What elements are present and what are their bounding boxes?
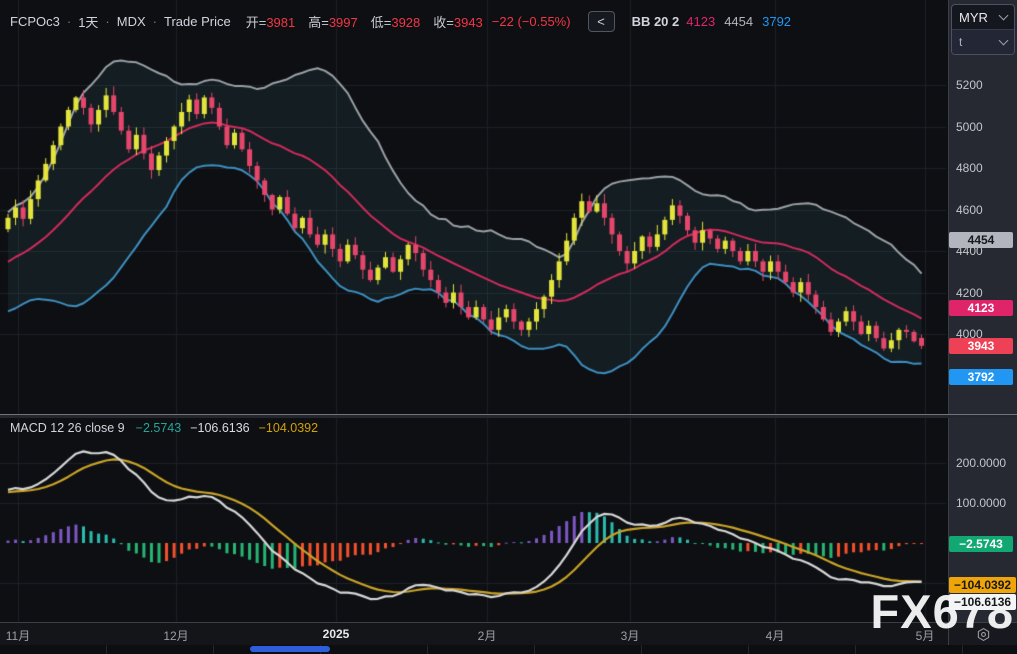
time-tick-label: 11月 [6,627,30,644]
macd-legend-row: MACD 12 26 close 9 −2.5743 −106.6136 −104.… [10,421,318,435]
pane-separator[interactable] [0,414,1017,418]
macd-value: −106.6136 [190,421,249,435]
bb-value: 4454 [724,14,753,29]
price-tick-label: 5000 [956,120,983,134]
collapse-legend-button[interactable]: < [588,11,615,32]
macd-tick-label: 100.0000 [956,496,1006,510]
symbol-legend-row: FCPOc3 · 1天 · MDX · Trade Price 开=3981 高=… [10,11,791,32]
ohlc-field: 低=3928 [371,12,421,31]
bb-indicator-title: BB 20 2 [632,14,680,29]
exchange-label: MDX [117,14,146,29]
time-axis[interactable]: 11月12月20252月3月4月5月 [0,622,1017,646]
price-axis[interactable]: MYR t 5200 5000 4800 4600 4400 4200 4000 200.00… [948,0,1017,645]
timeline-scrollbar-thumb[interactable] [250,646,330,652]
symbol-title: FCPOc3 [10,14,60,29]
chevron-down-icon [999,11,1009,21]
fx678-watermark: FX678 [871,584,1014,639]
bb-value: 3792 [762,14,791,29]
bb-value: 4123 [686,14,715,29]
ohlc-field: 开=3981 [246,12,296,31]
unit-value: t [959,35,962,49]
time-tick-label: 3月 [621,627,640,644]
bb-indicator-values: 4123 4454 3792 [686,14,791,29]
time-tick-label: 4月 [766,627,785,644]
currency-dropdown[interactable]: MYR [952,5,1014,29]
axis-unit-selector: MYR t [951,4,1015,55]
price-tick-label: 5200 [956,78,983,92]
time-tick-label: 2月 [478,627,497,644]
chart-canvas[interactable] [0,0,1017,654]
price-tick-label: 4000 [956,327,983,341]
timeline-scrollbar[interactable] [0,645,1017,654]
time-tick-label: 2025 [323,627,350,641]
legend-separator: · [67,14,71,29]
price-tick-label: 4800 [956,161,983,175]
price-source-label: Trade Price [164,14,231,29]
ohlc-field: 高=3997 [308,12,358,31]
interval-label: 1天 [78,12,98,31]
ohlc-values: 开=3981 高=3997 低=3928 收=3943 [242,12,483,31]
currency-value: MYR [959,10,988,25]
price-tick-label: 4200 [956,286,983,300]
time-tick-label: 12月 [163,627,188,644]
unit-dropdown[interactable]: t [952,29,1014,54]
legend-separator: · [105,14,109,29]
chevron-down-icon [999,36,1009,46]
change-value: −22 (−0.55%) [492,14,571,29]
ohlc-field: 收=3943 [433,12,483,31]
macd-value: −2.5743 [136,421,182,435]
macd-value: −104.0392 [259,421,318,435]
price-tick-label: 4600 [956,203,983,217]
macd-indicator-title: MACD 12 26 close 9 [10,421,125,435]
price-tick-label: 4400 [956,244,983,258]
legend-separator: · [153,14,157,29]
macd-tick-label: 200.0000 [956,456,1006,470]
macd-indicator-values: −2.5743 −106.6136 −104.0392 [136,421,318,435]
trading-chart-app: FCPOc3 · 1天 · MDX · Trade Price 开=3981 高=… [0,0,1017,654]
